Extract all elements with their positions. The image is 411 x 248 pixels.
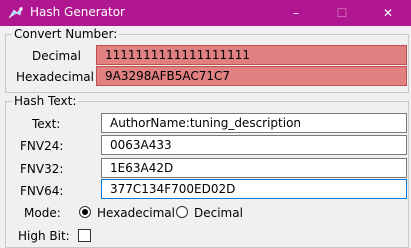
minimize-button[interactable]: – bbox=[273, 0, 319, 26]
text-input[interactable]: AuthorName:tuning_description bbox=[101, 113, 407, 133]
mode-decimal-radio[interactable] bbox=[176, 206, 188, 218]
convert-number-legend: Convert Number: bbox=[14, 27, 118, 41]
title-bar[interactable]: Hash Generator – ☐ ✕ bbox=[0, 0, 411, 26]
decimal-input[interactable]: 1111111111111111111 bbox=[96, 45, 407, 65]
hexadecimal-label: Hexadecimal bbox=[16, 70, 94, 84]
decimal-label: Decimal bbox=[32, 49, 81, 63]
fnv24-label: FNV24: bbox=[20, 139, 64, 153]
fnv24-output[interactable]: 0063A433 bbox=[101, 135, 407, 155]
close-icon: ✕ bbox=[382, 6, 394, 20]
high-bit-checkbox[interactable] bbox=[78, 229, 91, 242]
mode-hexadecimal-label[interactable]: Hexadecimal bbox=[97, 206, 175, 220]
fnv32-label: FNV32: bbox=[20, 162, 64, 176]
text-label: Text: bbox=[32, 117, 61, 131]
window-title: Hash Generator bbox=[30, 5, 125, 19]
fnv32-output[interactable]: 1E63A42D bbox=[101, 158, 407, 178]
maximize-icon: ☐ bbox=[336, 6, 348, 20]
high-bit-label: High Bit: bbox=[18, 229, 70, 243]
hexadecimal-input[interactable]: 9A3298AFB5AC71C7 bbox=[96, 66, 407, 86]
maximize-button[interactable]: ☐ bbox=[319, 0, 365, 26]
fnv64-label: FNV64: bbox=[20, 184, 64, 198]
app-icon bbox=[8, 6, 23, 19]
hash-text-legend: Hash Text: bbox=[14, 94, 77, 108]
minimize-icon: – bbox=[293, 6, 299, 20]
mode-label: Mode: bbox=[24, 206, 61, 220]
window-content: Convert Number: Decimal 1111111111111111… bbox=[0, 26, 411, 248]
fnv64-output[interactable]: 377C134F700ED02D bbox=[101, 179, 407, 199]
close-button[interactable]: ✕ bbox=[365, 0, 411, 26]
mode-hexadecimal-radio[interactable] bbox=[79, 206, 91, 218]
mode-decimal-label[interactable]: Decimal bbox=[194, 206, 243, 220]
